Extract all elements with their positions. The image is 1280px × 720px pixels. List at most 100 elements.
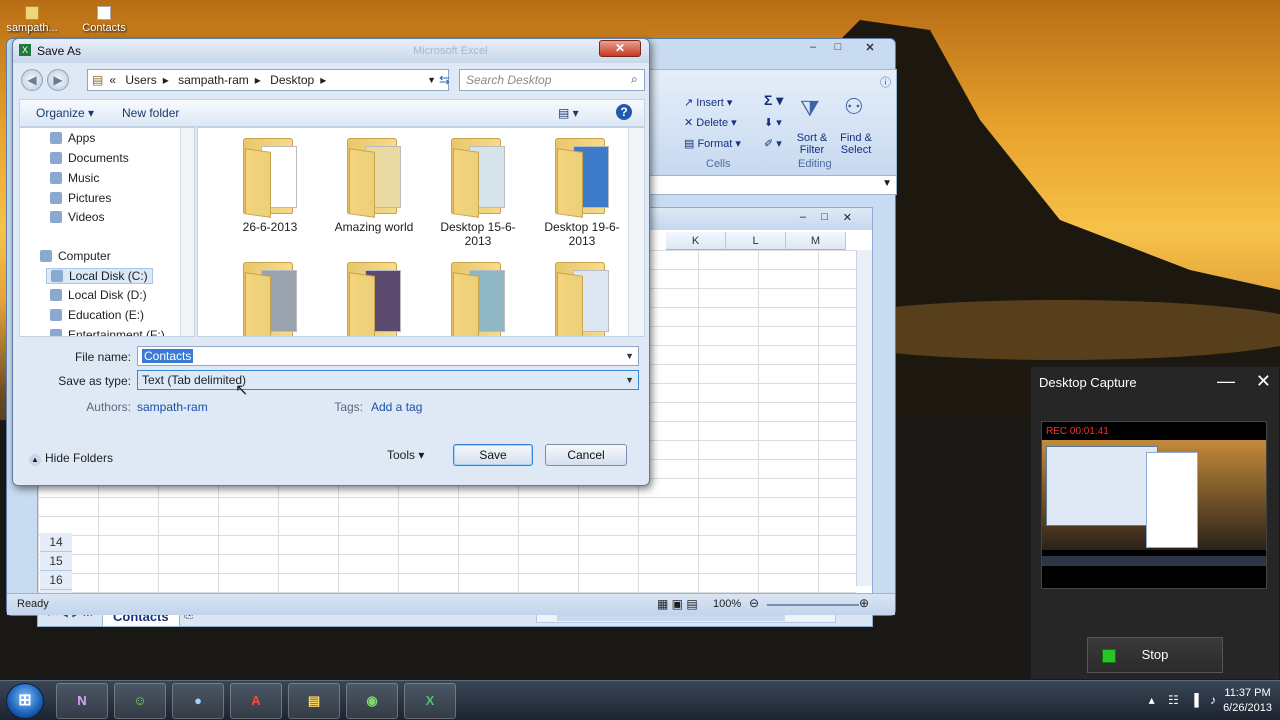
- workbook-restore-button[interactable]: □: [821, 211, 828, 223]
- folder-item[interactable]: [324, 260, 424, 336]
- folder-icon: [343, 260, 405, 336]
- column-header-m[interactable]: M: [786, 232, 846, 250]
- onenote-icon[interactable]: N: [56, 683, 108, 719]
- excel-close-button[interactable]: ✕: [857, 41, 883, 57]
- network-icon[interactable]: ☷: [1168, 693, 1179, 707]
- tray-expand-icon[interactable]: ▴: [1149, 693, 1155, 707]
- taskbar: ⊞ N ☺ ● A ▤ ◉ X ▴ ☷ ▐ ♪ 11:37 PM 6/26/20…: [0, 680, 1280, 720]
- view-options-icon[interactable]: ▤ ▾: [558, 106, 579, 120]
- help-icon[interactable]: ⓘ: [880, 74, 891, 90]
- workbook-close-button[interactable]: ✕: [843, 211, 852, 224]
- search-icon[interactable]: ⌕: [631, 72, 638, 87]
- insert-button[interactable]: ↗ Insert ▾: [684, 96, 732, 109]
- dialog-close-button[interactable]: ✕: [599, 40, 641, 57]
- clock[interactable]: 11:37 PM 6/26/2013: [1223, 686, 1272, 716]
- expand-formula-icon[interactable]: ▼: [882, 178, 892, 189]
- breadcrumb-users[interactable]: Users: [125, 73, 156, 87]
- row-header-15[interactable]: 15: [40, 552, 72, 571]
- signal-icon[interactable]: ▐: [1190, 693, 1199, 707]
- acrobat-icon[interactable]: A: [230, 683, 282, 719]
- row-header-14[interactable]: 14: [40, 533, 72, 552]
- stop-button[interactable]: Stop: [1087, 637, 1223, 673]
- nav-item-local-disk-d[interactable]: Local Disk (D:): [50, 288, 147, 302]
- tags-value[interactable]: Add a tag: [371, 400, 422, 414]
- folder-item[interactable]: [532, 260, 632, 336]
- hide-folders-button[interactable]: ▲ Hide Folders: [29, 451, 113, 466]
- save-button[interactable]: Save: [453, 444, 533, 466]
- folder-item[interactable]: [428, 260, 528, 336]
- start-button[interactable]: ⊞: [6, 683, 44, 719]
- excel-restore-button[interactable]: □: [827, 41, 849, 57]
- refresh-icon[interactable]: ⇆: [439, 72, 450, 88]
- column-header-l[interactable]: L: [726, 232, 786, 250]
- save-type-label: Save as type:: [58, 374, 131, 388]
- folder-item[interactable]: 26-6-2013: [220, 136, 320, 234]
- nav-item-education[interactable]: Education (E:): [50, 308, 144, 322]
- folder-item[interactable]: [220, 260, 320, 336]
- view-buttons-icon[interactable]: ▦ ▣ ▤: [657, 597, 698, 611]
- nav-item-videos[interactable]: Videos: [50, 210, 104, 224]
- breadcrumb-sep-icon[interactable]: ▸: [255, 73, 261, 87]
- fill-icon[interactable]: ⬇ ▾: [764, 116, 782, 129]
- address-bar[interactable]: ▤ « Users ▸ sampath-ram ▸ Desktop ▸ ▼: [87, 69, 449, 91]
- zoom-out-icon[interactable]: ⊖: [749, 596, 759, 610]
- browser-globe-icon[interactable]: ●: [172, 683, 224, 719]
- save-type-select[interactable]: Text (Tab delimited) ▼: [137, 370, 639, 390]
- excel-minimize-button[interactable]: –: [802, 41, 824, 57]
- nav-item-computer[interactable]: Computer: [40, 249, 111, 263]
- new-folder-button[interactable]: New folder: [122, 106, 179, 120]
- nav-item-pictures[interactable]: Pictures: [50, 191, 111, 205]
- autosum-icon[interactable]: Σ ▾: [764, 92, 783, 109]
- capture-minimize-button[interactable]: —: [1217, 371, 1235, 392]
- excel-taskbar-icon[interactable]: X: [404, 683, 456, 719]
- zoom-in-icon[interactable]: ⊕: [859, 596, 869, 610]
- chevron-down-icon[interactable]: ▼: [625, 371, 634, 389]
- nav-scrollbar[interactable]: [180, 128, 194, 336]
- chevron-down-icon[interactable]: ▼: [625, 347, 634, 365]
- breadcrumb-desktop[interactable]: Desktop: [270, 73, 314, 87]
- organize-button[interactable]: Organize ▾: [36, 106, 94, 120]
- gtalk-icon[interactable]: ☺: [114, 683, 166, 719]
- delete-button[interactable]: ✕ Delete ▾: [684, 116, 737, 129]
- workbook-minimize-button[interactable]: –: [800, 211, 806, 223]
- nav-item-documents[interactable]: Documents: [50, 151, 129, 165]
- explorer-folder-icon[interactable]: ▤: [288, 683, 340, 719]
- row-header-16[interactable]: 16: [40, 571, 72, 590]
- breadcrumb-sep-icon[interactable]: ▸: [320, 73, 326, 87]
- capture-close-button[interactable]: ✕: [1256, 371, 1271, 392]
- dialog-titlebar: X Save As Microsoft Excel ✕: [13, 39, 649, 63]
- capture-app-icon[interactable]: ◉: [346, 683, 398, 719]
- desktop-icon-contacts[interactable]: Contacts: [74, 2, 134, 34]
- volume-icon[interactable]: ♪: [1210, 693, 1216, 707]
- breadcrumb-sep-icon[interactable]: ▸: [163, 73, 169, 87]
- folder-item[interactable]: Amazing world: [324, 136, 424, 234]
- search-input[interactable]: Search Desktop: [459, 69, 645, 91]
- forward-arrow-icon[interactable]: ▶: [47, 69, 69, 91]
- zoom-level[interactable]: 100%: [713, 598, 741, 610]
- nav-item-local-disk-c[interactable]: Local Disk (C:): [46, 268, 153, 284]
- clear-icon[interactable]: ✐ ▾: [764, 137, 782, 150]
- find-select-button[interactable]: Find & Select: [836, 132, 876, 156]
- cancel-button[interactable]: Cancel: [545, 444, 627, 466]
- back-arrow-icon[interactable]: ◀: [21, 69, 43, 91]
- folder-item[interactable]: Desktop 15-6-2013: [428, 136, 528, 248]
- nav-item-entertainment[interactable]: Entertainment (F:): [50, 328, 165, 336]
- breadcrumb-user[interactable]: sampath-ram: [178, 73, 249, 87]
- vertical-scrollbar[interactable]: [856, 250, 872, 586]
- breadcrumb-overflow-icon[interactable]: «: [109, 73, 116, 87]
- authors-value[interactable]: sampath-ram: [137, 400, 208, 414]
- help-icon[interactable]: ?: [616, 104, 632, 120]
- tools-button[interactable]: Tools ▾: [387, 448, 424, 462]
- file-name-input[interactable]: Contacts ▼: [137, 346, 639, 366]
- folder-item[interactable]: Desktop 19-6-2013: [532, 136, 632, 248]
- sort-filter-button[interactable]: Sort & Filter: [794, 132, 830, 156]
- file-list-scrollbar[interactable]: [628, 128, 644, 336]
- column-header-k[interactable]: K: [666, 232, 726, 250]
- desktop-icon-user[interactable]: sampath...: [2, 2, 62, 34]
- nav-item-apps[interactable]: Apps: [50, 131, 95, 145]
- address-dropdown-icon[interactable]: ▼: [427, 70, 436, 90]
- nav-item-music[interactable]: Music: [50, 171, 99, 185]
- format-button[interactable]: ▤ Format ▾: [684, 137, 741, 150]
- formula-bar[interactable]: ▼: [647, 175, 897, 195]
- zoom-slider[interactable]: [767, 604, 859, 606]
